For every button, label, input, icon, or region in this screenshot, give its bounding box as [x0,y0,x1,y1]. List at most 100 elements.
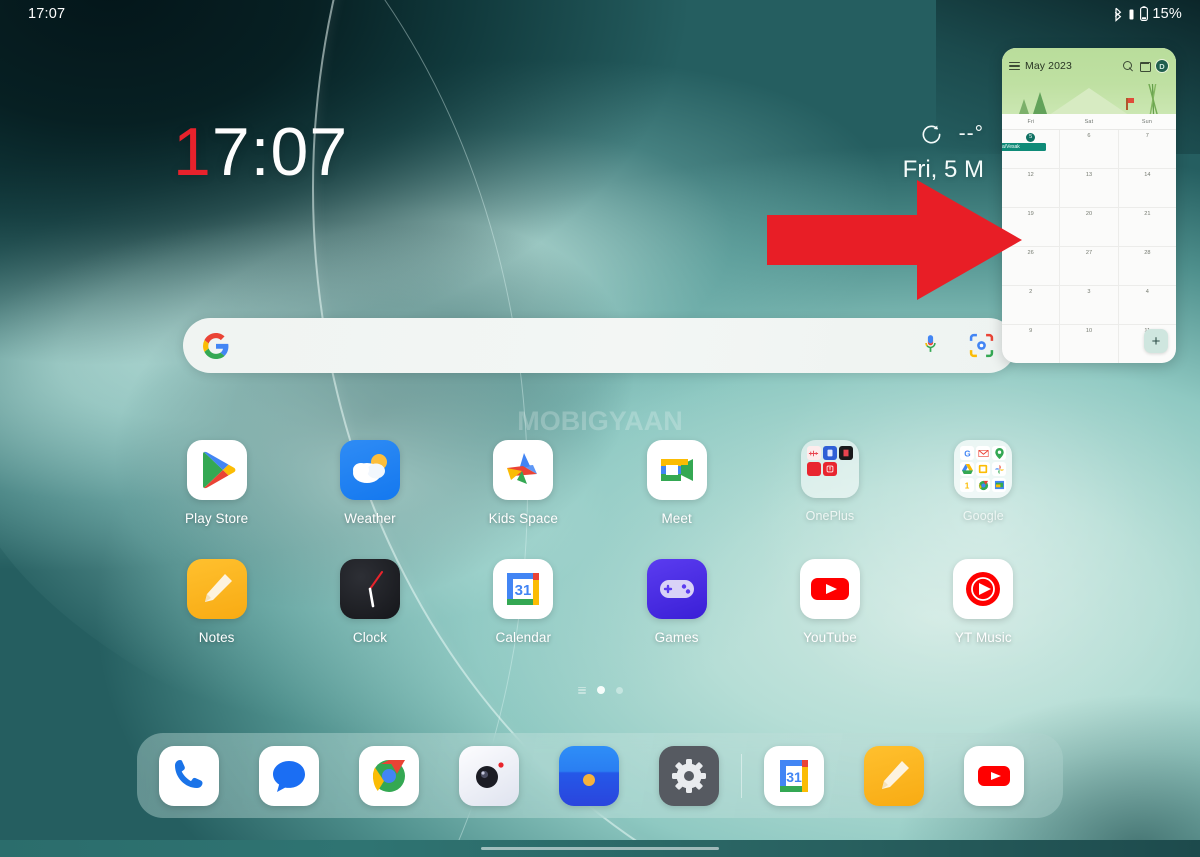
app-icon-yt-music[interactable]: YT Music [907,559,1060,645]
weather-icon [339,440,400,500]
calendar-day-number: 27 [1085,250,1093,256]
app-icon-clock[interactable]: Clock [293,559,446,645]
calendar-day-cell[interactable]: 7 [1119,130,1176,168]
google-search-bar[interactable] [183,318,1016,373]
folder-mini-keep [976,462,991,476]
app-label: Kids Space [488,511,558,526]
folder-mini-app [822,462,837,476]
calendar-day-cell[interactable]: 20 [1060,208,1119,246]
calendar-week-row: 19 20 21 [1002,208,1176,247]
calendar-day-cell[interactable]: 5 a Purnima/Vesak [1002,130,1061,168]
dock-recent-notes[interactable] [864,745,924,806]
app-label: YT Music [954,630,1012,645]
hamburger-icon[interactable] [1009,61,1020,71]
kids-space-icon [493,440,554,500]
calendar-day-number: 28 [1144,250,1151,256]
weather-widget[interactable]: --° Fri, 5 M [903,120,984,184]
svg-text:G: G [964,449,970,458]
clock-widget[interactable]: 17:07 [173,114,348,190]
calendar-widget-header: May 2023 D [1002,48,1176,114]
page-dot-active[interactable] [596,686,605,694]
google-lens-icon[interactable] [969,333,994,358]
yt-music-icon [953,559,1014,619]
folder-google[interactable]: G 1 Google [907,440,1060,526]
calendar-day-number: 6 [1087,133,1091,139]
page-dot[interactable] [615,686,623,694]
folder-mini-chrome [976,478,991,492]
app-drawer-lines-icon[interactable] [577,686,586,694]
app-label: Notes [198,630,235,645]
calendar-day-cell[interactable]: 27 [1060,247,1119,285]
app-icon-kids-space[interactable]: Kids Space [447,440,600,526]
calendar-week-row: 2 3 4 [1002,286,1176,325]
folder-label: Google [962,509,1004,523]
calendar-day-cell[interactable]: 28 [1119,247,1176,285]
games-icon [646,559,707,619]
folder-mini-empty [807,478,821,492]
dock-item-chrome[interactable] [359,745,419,806]
calendar-day-cell[interactable]: 3 [1060,286,1119,324]
calendar-day-number: 20 [1085,211,1093,217]
gesture-navigation-bar[interactable] [0,840,1200,857]
app-label: Meet [661,511,692,526]
svg-text:1: 1 [965,481,970,490]
app-label: Play Store [185,511,249,526]
app-label: YouTube [803,630,857,645]
add-event-fab[interactable]: + [1144,329,1168,353]
avatar[interactable]: D [1155,59,1169,73]
app-icon-weather[interactable]: Weather [293,440,446,526]
app-icon-games[interactable]: Games [600,559,753,645]
dock-recent-youtube[interactable] [964,745,1024,806]
svg-text:31: 31 [786,769,802,785]
oneplus-folder-icon [800,440,859,498]
folder-mini-maps [992,446,1007,460]
calendar-day-cell[interactable]: 13 [1060,169,1119,207]
calendar-day-cell[interactable]: 10 [1060,325,1119,363]
dock-item-settings[interactable] [659,745,719,806]
clock-highlight-digit: 1 [173,114,212,190]
calendar-week-row: 12 13 14 [1002,169,1176,208]
calendar-day-headers: Fri Sat Sun [1002,114,1176,130]
app-icon-youtube[interactable]: YouTube [753,559,906,645]
microphone-icon[interactable] [920,333,941,359]
dock-divider [741,753,742,798]
calendar-day-header: Sat [1084,118,1094,125]
app-icon-meet[interactable]: Meet [600,440,753,526]
calendar-week-row: 26 27 28 [1002,247,1176,286]
watermark: MOBIGYAAN [517,406,683,436]
calendar-day-number: 10 [1085,328,1093,334]
folder-mini-app [806,462,821,476]
app-icon-calendar[interactable]: 31 Calendar [447,559,600,645]
calendar-day-cell[interactable]: 21 [1119,208,1176,246]
weather-temperature: --° [958,122,984,145]
calendar-day-cell[interactable]: 14 [1119,169,1176,207]
refresh-icon[interactable] [920,123,943,146]
folder-mini-photos [992,462,1007,476]
calendar-widget[interactable]: May 2023 D Fri Sat Sun 5 a Purnima/Vesak… [1002,48,1176,363]
dock-item-messages[interactable] [259,745,319,806]
status-bar-clock: 17:07 [28,6,66,22]
app-icon-play-store[interactable]: Play Store [140,440,293,526]
dock-recent-calendar[interactable]: 31 [764,745,824,806]
page-indicator[interactable] [0,686,1200,694]
search-icon[interactable] [1123,60,1134,72]
battery-percent-label: 15% [1152,6,1182,22]
folder-mini-drive [960,462,975,476]
google-calendar-icon: 31 [493,559,554,619]
folder-mini-empty [823,478,837,492]
app-icon-notes[interactable]: Notes [140,559,293,645]
calendar-day-cell[interactable]: 4 [1119,286,1176,324]
folder-mini-google-one: 1 [960,478,975,492]
app-label: Weather [344,511,396,526]
youtube-icon [799,559,860,619]
calendar-icon[interactable] [1139,61,1151,72]
calendar-day-number: 3 [1087,289,1091,295]
calendar-day-cell[interactable]: 9 [1002,325,1061,363]
calendar-event-chip[interactable]: a Purnima/Vesak [1002,143,1046,151]
calendar-day-cell[interactable]: 6 [1060,130,1119,168]
dock-item-camera[interactable] [459,745,519,806]
dock-item-phone[interactable] [159,745,219,806]
folder-oneplus[interactable]: OnePlus [753,440,906,526]
gesture-handle[interactable] [481,847,719,850]
dock-item-photos[interactable] [559,745,619,806]
